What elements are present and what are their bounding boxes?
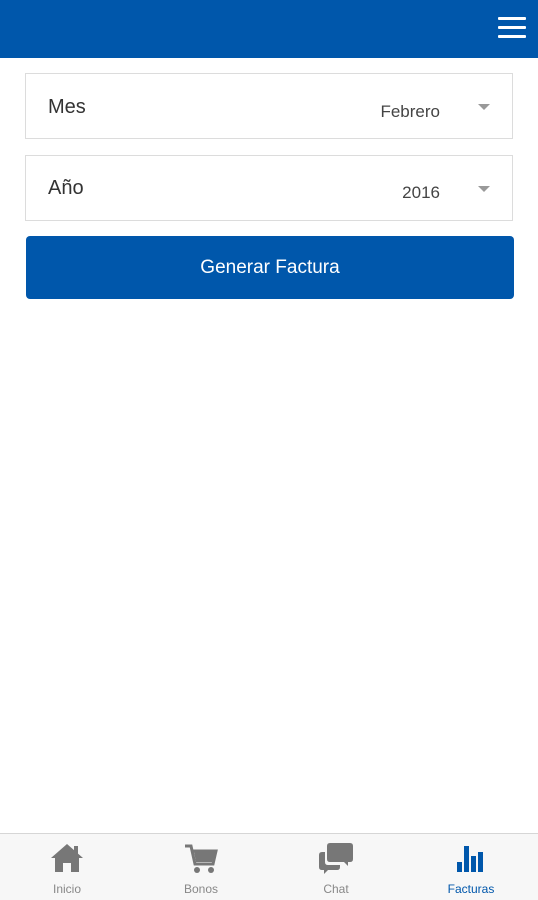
chevron-down-icon xyxy=(478,104,490,110)
tab-chat[interactable]: Chat xyxy=(269,834,403,900)
bar-chart-icon xyxy=(457,846,483,872)
home-icon xyxy=(51,844,83,872)
tab-label: Bonos xyxy=(183,882,219,896)
month-value: Febrero xyxy=(380,102,440,121)
tab-label: Facturas xyxy=(447,882,495,896)
tab-label: Chat xyxy=(323,882,349,896)
year-label: Año xyxy=(48,177,84,199)
hamburger-menu-icon[interactable] xyxy=(498,14,526,42)
year-value: 2016 xyxy=(402,183,440,202)
tab-facturas[interactable]: Facturas xyxy=(404,834,538,900)
tab-bonos[interactable]: Bonos xyxy=(134,834,268,900)
cart-icon xyxy=(185,844,218,873)
chat-bubbles-icon xyxy=(319,843,353,874)
tab-inicio[interactable]: Inicio xyxy=(0,834,134,900)
month-label: Mes xyxy=(48,96,86,118)
generate-invoice-button[interactable]: Generar Factura xyxy=(26,236,514,299)
top-app-bar xyxy=(0,0,538,58)
bottom-tab-bar: Inicio Bonos Chat Facturas xyxy=(0,833,538,900)
tab-label: Inicio xyxy=(52,882,81,896)
year-field: Año 2016 xyxy=(25,155,513,221)
month-select[interactable]: Febrero xyxy=(312,74,512,138)
month-field: Mes Febrero xyxy=(25,73,513,139)
chevron-down-icon xyxy=(478,186,490,192)
year-select[interactable]: 2016 xyxy=(312,156,512,220)
